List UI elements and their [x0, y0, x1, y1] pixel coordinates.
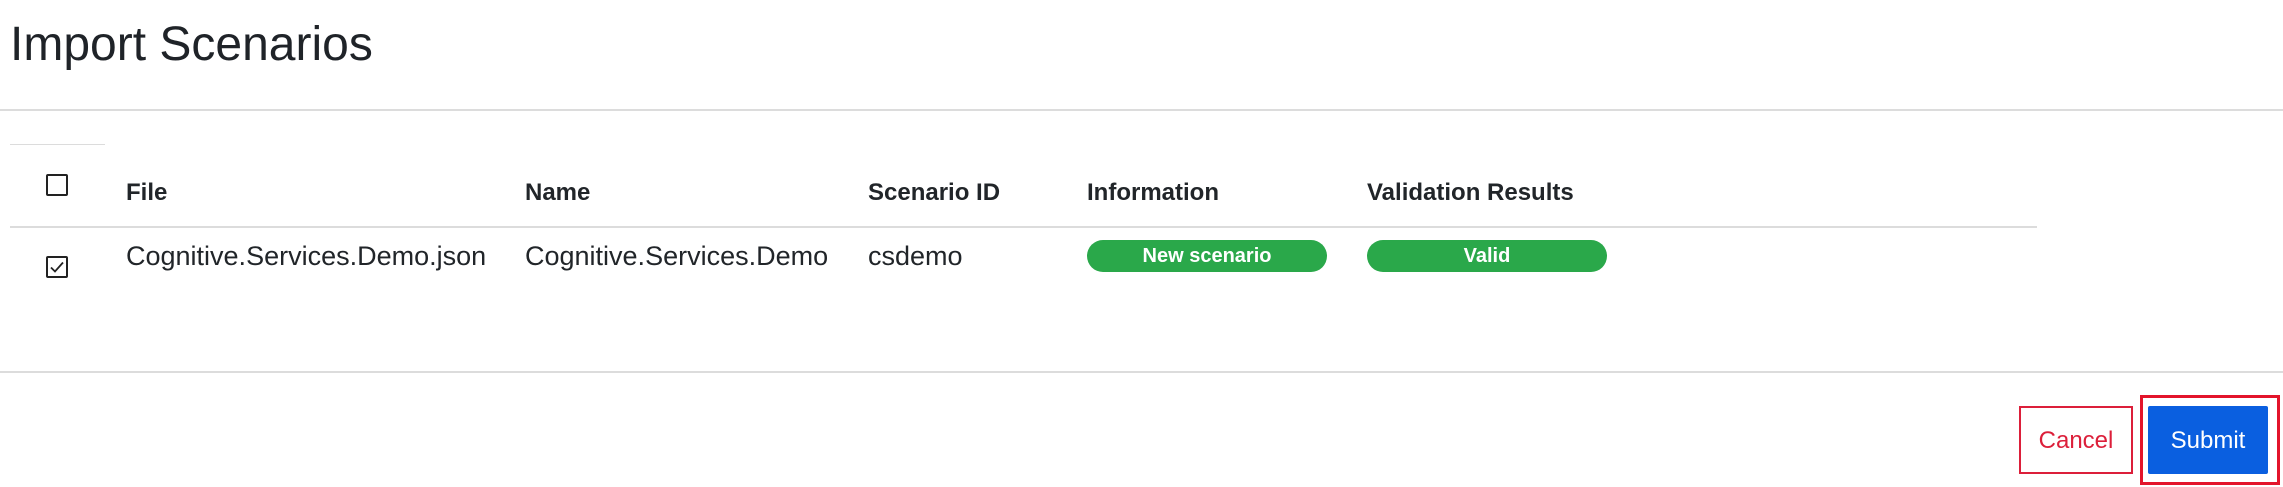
header-divider: [0, 109, 2283, 111]
column-header-name[interactable]: Name: [525, 168, 590, 218]
information-badge: New scenario: [1087, 240, 1327, 272]
select-all-checkbox[interactable]: [46, 174, 68, 196]
checkbox-column-top-border: [10, 144, 105, 145]
page-title: Import Scenarios: [10, 18, 373, 71]
column-header-information[interactable]: Information: [1087, 168, 1219, 218]
row-scenario-id-cell: csdemo: [868, 241, 963, 271]
row-name-cell: Cognitive.Services.Demo: [525, 241, 829, 271]
row-checkbox[interactable]: [46, 256, 68, 278]
footer-divider: [0, 371, 2283, 373]
column-header-file[interactable]: File: [126, 168, 167, 218]
column-header-validation-results[interactable]: Validation Results: [1367, 168, 1574, 218]
checkmark-icon: [50, 261, 64, 273]
row-file-cell: Cognitive.Services.Demo.json: [126, 241, 487, 271]
column-header-scenario-id[interactable]: Scenario ID: [868, 168, 1000, 218]
cancel-button[interactable]: Cancel: [2019, 406, 2133, 474]
submit-button[interactable]: Submit: [2148, 406, 2268, 474]
header-row-divider: [10, 226, 2037, 228]
validation-status-badge: Valid: [1367, 240, 1607, 272]
